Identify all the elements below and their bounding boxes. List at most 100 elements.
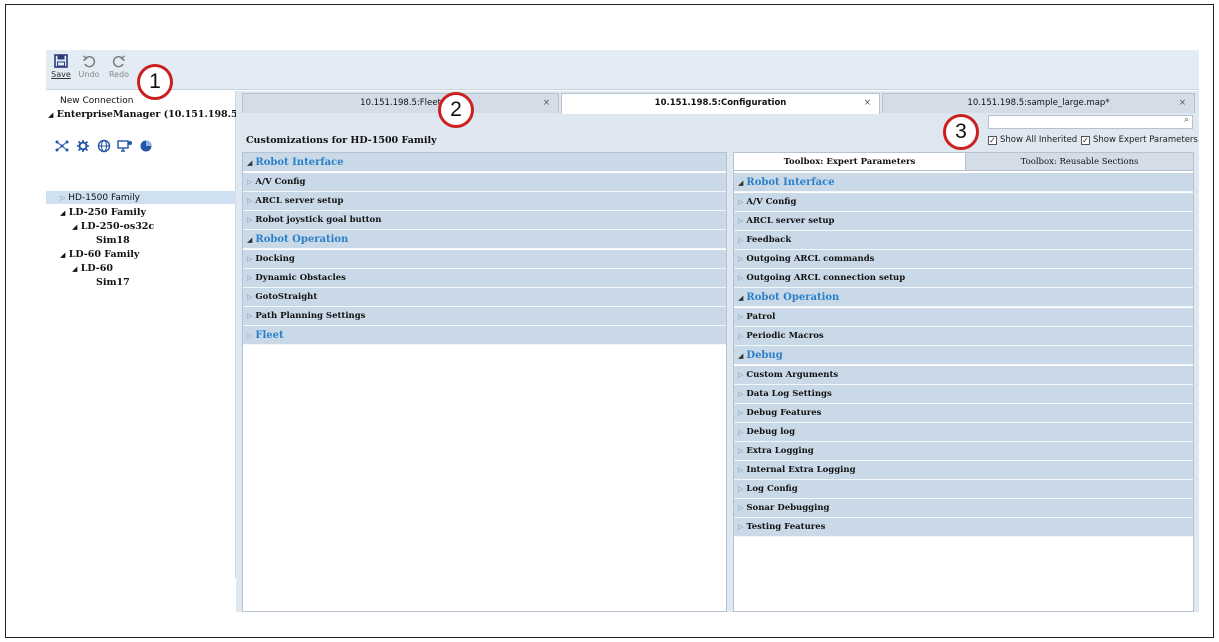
- tree-item-label: LD-250 Family: [68, 207, 147, 218]
- show-all-inherited-checkbox[interactable]: ✓ Show All Inherited: [988, 135, 1077, 145]
- close-icon[interactable]: ×: [864, 94, 871, 113]
- toolbar: Save Undo Redo: [46, 50, 1199, 90]
- list-item[interactable]: ▷ Outgoing ARCL commands: [734, 250, 1193, 269]
- toolbox-panel: Toolbox: Expert Parameters Toolbox: Reus…: [733, 152, 1194, 612]
- expand-arrow-icon: ▷: [247, 197, 253, 205]
- list-item[interactable]: ▷ Sonar Debugging: [734, 499, 1193, 518]
- row-label: Docking: [255, 254, 295, 264]
- tree-item-label: LD-60 Family: [68, 249, 140, 260]
- expand-arrow-icon: ▷: [247, 312, 253, 320]
- expand-arrow-icon: ▷: [738, 274, 744, 282]
- tree-item-sim18[interactable]: Sim18: [96, 235, 130, 246]
- section-robot-interface[interactable]: ◢ Robot Interface: [243, 153, 726, 172]
- list-item[interactable]: ▷ Dynamic Obstacles: [243, 269, 726, 288]
- tree-item-hd-1500-family[interactable]: ▷ HD-1500 Family: [60, 193, 140, 203]
- collapse-arrow-icon: ◢: [247, 159, 253, 167]
- list-item[interactable]: ▷ Periodic Macros: [734, 327, 1193, 346]
- list-item[interactable]: ▷ Extra Logging: [734, 442, 1193, 461]
- gear-icon[interactable]: [75, 139, 91, 153]
- redo-label: Redo: [108, 70, 130, 79]
- save-button[interactable]: Save: [46, 52, 76, 88]
- row-label: Debug Features: [746, 408, 822, 418]
- list-item[interactable]: ▷ Outgoing ARCL connection setup: [734, 269, 1193, 288]
- close-icon[interactable]: ×: [1179, 94, 1186, 113]
- section-fleet[interactable]: ▷ Fleet: [243, 326, 726, 345]
- row-label: Robot Operation: [746, 292, 840, 303]
- expand-arrow-icon: ▷: [738, 485, 744, 493]
- list-item[interactable]: ▷ Patrol: [734, 308, 1193, 327]
- tab-expert-parameters[interactable]: Toolbox: Expert Parameters: [734, 153, 965, 171]
- redo-icon: [112, 55, 125, 68]
- tab-label: 10.151.198.5:Configuration: [654, 98, 787, 108]
- tree-item-ld-60[interactable]: ◢ LD-60: [72, 263, 113, 274]
- list-item[interactable]: ▷ Feedback: [734, 231, 1193, 250]
- row-label: Fleet: [255, 330, 284, 341]
- section-robot-operation[interactable]: ◢ Robot Operation: [734, 288, 1193, 307]
- list-item[interactable]: ▷ A/V Config: [734, 193, 1193, 212]
- tab-reusable-sections[interactable]: Toolbox: Reusable Sections: [965, 153, 1193, 171]
- expand-arrow-icon: ▷: [738, 523, 744, 531]
- list-item[interactable]: ▷ Path Planning Settings: [243, 307, 726, 326]
- list-item[interactable]: ▷ Debug log: [734, 423, 1193, 442]
- tab-fleet[interactable]: 10.151.198.5:Fleet ×: [242, 93, 559, 113]
- row-label: Debug log: [746, 427, 796, 437]
- expand-arrow-icon: ▷: [738, 255, 744, 263]
- search-input[interactable]: ⌕: [988, 115, 1193, 129]
- network-icon[interactable]: [54, 139, 70, 153]
- expand-arrow-icon: ▷: [738, 390, 744, 398]
- tree-item-ld-60-family[interactable]: ◢ LD-60 Family: [60, 249, 139, 260]
- callout-3: 3: [943, 114, 979, 150]
- list-item[interactable]: ▷ Docking: [243, 250, 726, 269]
- tree-item-ld-250-os32c[interactable]: ◢ LD-250-os32c: [72, 221, 154, 232]
- list-item[interactable]: ▷ Data Log Settings: [734, 385, 1193, 404]
- search-icon: ⌕: [1183, 115, 1189, 125]
- row-label: Robot Interface: [746, 177, 835, 188]
- main-area: 10.151.198.5:Fleet × 10.151.198.5:Config…: [242, 91, 1199, 612]
- monitor-settings-icon[interactable]: [117, 139, 133, 153]
- tree-root[interactable]: ◢ EnterpriseManager (10.151.198.5): [48, 109, 242, 120]
- list-item[interactable]: ▷ Custom Arguments: [734, 366, 1193, 385]
- list-item[interactable]: ▷ A/V Config: [243, 173, 726, 192]
- section-debug[interactable]: ◢ Debug: [734, 346, 1193, 365]
- undo-icon: [83, 55, 96, 68]
- expand-arrow-icon: ▷: [738, 198, 744, 206]
- row-label: Outgoing ARCL connection setup: [746, 273, 906, 283]
- tab-configuration[interactable]: 10.151.198.5:Configuration ×: [561, 93, 880, 114]
- tree-item-label: LD-60: [80, 263, 113, 274]
- expand-arrow-icon: ▷: [738, 217, 744, 225]
- save-icon: [54, 54, 68, 68]
- row-label: Robot Interface: [255, 157, 344, 168]
- undo-button[interactable]: Undo: [74, 52, 104, 88]
- list-item[interactable]: ▷ Testing Features: [734, 518, 1193, 537]
- expand-arrow-icon: ▷: [247, 274, 253, 282]
- checkmark-icon: ✓: [1081, 135, 1090, 145]
- collapse-arrow-icon: ◢: [60, 208, 66, 217]
- list-item[interactable]: ▷ GotoStraight: [243, 288, 726, 307]
- tree-item-label: LD-250-os32c: [80, 221, 155, 232]
- collapse-arrow-icon: ◢: [48, 110, 54, 119]
- expand-arrow-icon: ▷: [247, 178, 253, 186]
- list-item[interactable]: ▷ ARCL server setup: [243, 192, 726, 211]
- tree-item-sim17[interactable]: Sim17: [96, 277, 130, 288]
- expand-arrow-icon: ▷: [738, 409, 744, 417]
- list-item[interactable]: ▷ Debug Features: [734, 404, 1193, 423]
- page-title: Customizations for HD-1500 Family: [246, 135, 437, 146]
- section-robot-operation[interactable]: ◢ Robot Operation: [243, 230, 726, 249]
- tab-map[interactable]: 10.151.198.5:sample_large.map* ×: [882, 93, 1195, 113]
- new-connection-link[interactable]: New Connection: [60, 96, 133, 106]
- section-robot-interface[interactable]: ◢ Robot Interface: [734, 173, 1193, 192]
- list-item[interactable]: ▷ Internal Extra Logging: [734, 461, 1193, 480]
- tree-item-ld-250-family[interactable]: ◢ LD-250 Family: [60, 207, 146, 218]
- expand-arrow-icon: ▷: [738, 466, 744, 474]
- collapse-arrow-icon: ◢: [247, 236, 253, 244]
- list-item[interactable]: ▷ Robot joystick goal button: [243, 211, 726, 230]
- row-label: A/V Config: [255, 177, 306, 187]
- list-item[interactable]: ▷ Log Config: [734, 480, 1193, 499]
- list-item[interactable]: ▷ ARCL server setup: [734, 212, 1193, 231]
- globe-icon[interactable]: [96, 139, 112, 153]
- redo-button[interactable]: Redo: [104, 52, 134, 88]
- close-icon[interactable]: ×: [543, 94, 550, 113]
- pie-chart-icon[interactable]: [138, 139, 154, 153]
- show-expert-parameters-checkbox[interactable]: ✓ Show Expert Parameters: [1081, 135, 1198, 145]
- row-label: Extra Logging: [746, 446, 814, 456]
